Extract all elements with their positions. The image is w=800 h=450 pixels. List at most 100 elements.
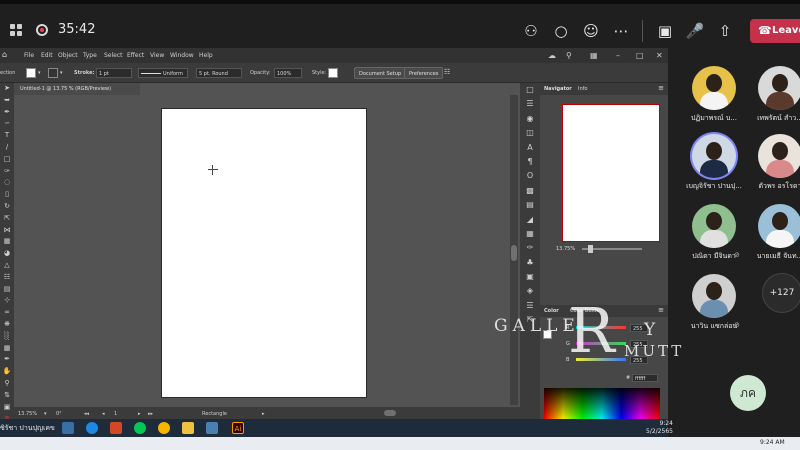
navigator-preview[interactable] — [562, 104, 660, 242]
info-tab[interactable]: Info — [578, 86, 587, 92]
minimize-icon[interactable]: – — [616, 51, 620, 60]
slice-tool-icon[interactable]: ✒ — [0, 354, 14, 366]
navigator-zoom-value[interactable]: 13.75% — [556, 246, 575, 252]
horizontal-scroll-thumb[interactable] — [384, 410, 396, 416]
preferences-button[interactable]: Preferences — [404, 67, 444, 79]
rectangle-tool-icon[interactable]: □ — [0, 154, 14, 166]
symbols-panel-icon[interactable]: ♣ — [520, 256, 540, 270]
fill-stroke-icon[interactable]: ▣ — [0, 402, 14, 414]
status-arrow-icon[interactable]: ▸ — [262, 411, 265, 417]
fill-dropdown-icon[interactable]: ▾ — [38, 70, 41, 76]
search-icon[interactable]: ⚲ — [566, 51, 572, 60]
paintbrush-tool-icon[interactable]: ✑ — [0, 166, 14, 178]
blue-value[interactable]: 255 — [630, 356, 648, 364]
line-app-icon[interactable] — [134, 422, 146, 434]
participant-tile[interactable]: ปณิดา มีจินดา ⊘ — [684, 204, 744, 270]
participant-tile[interactable]: ปฏิมาพรณ์ บ... — [684, 66, 744, 132]
menu-help[interactable]: Help — [199, 52, 213, 59]
color-panel-menu-icon[interactable]: ≡ — [658, 306, 664, 314]
participant-tile[interactable]: เทพรัตน์ สำว... ⊘ — [750, 66, 800, 132]
scale-tool-icon[interactable]: ⇱ — [0, 213, 14, 225]
color-spectrum[interactable] — [544, 388, 660, 420]
swatches-panel-icon[interactable]: ▦ — [520, 227, 540, 241]
curvature-tool-icon[interactable]: ∽ — [0, 118, 14, 130]
brush-select[interactable]: 5 pt. Round — [196, 68, 242, 78]
color-guide-tab[interactable]: Color Guide — [570, 308, 599, 314]
eyedropper-tool-icon[interactable]: ⊹ — [0, 295, 14, 307]
next-artboard-icon[interactable]: ▸ — [138, 411, 141, 417]
mesh-tool-icon[interactable]: ☷ — [0, 272, 14, 284]
illustrator-app-icon[interactable]: Ai — [232, 422, 244, 434]
zoom-dropdown-icon[interactable]: ▾ — [44, 411, 47, 417]
width-tool-icon[interactable]: ⋈ — [0, 225, 14, 237]
red-value[interactable]: 255 — [630, 324, 648, 332]
scroll-thumb[interactable] — [511, 245, 517, 261]
paragraph-panel-icon[interactable]: ¶ — [520, 155, 540, 169]
green-bar[interactable] — [576, 342, 626, 345]
blue-slider[interactable]: B 255 — [566, 356, 666, 364]
free-transform-tool-icon[interactable]: ▦ — [0, 236, 14, 248]
layers-panel-icon[interactable]: ◫ — [520, 126, 540, 140]
perspective-tool-icon[interactable]: △ — [0, 260, 14, 272]
camera-off-icon[interactable]: ▣ — [654, 20, 676, 42]
first-artboard-icon[interactable]: ◂◂ — [84, 411, 89, 417]
properties-panel-icon[interactable]: ☰ — [520, 97, 540, 111]
menu-effect[interactable]: Effect — [127, 52, 144, 59]
share-screen-icon[interactable]: ⇧ — [714, 20, 736, 42]
task-view-icon[interactable] — [62, 422, 74, 434]
chat-icon[interactable]: ○ — [550, 20, 572, 42]
red-bar[interactable] — [576, 326, 626, 329]
selection-tool-icon[interactable]: ➤ — [0, 83, 14, 95]
home-icon[interactable]: ⌂ — [2, 51, 10, 59]
workspace-icon[interactable]: ▦ — [590, 51, 598, 60]
green-slider[interactable]: G 255 — [566, 340, 666, 348]
stack-panel-icon[interactable]: ☰ — [520, 299, 540, 313]
rotate-tool-icon[interactable]: ↻ — [0, 201, 14, 213]
align-panel-icon[interactable]: ▤ — [520, 198, 540, 212]
rotation-value[interactable]: 0° — [56, 411, 62, 417]
navigator-tab[interactable]: Navigator — [544, 86, 572, 92]
color-fill-swatch[interactable] — [543, 330, 552, 339]
green-value[interactable]: 255 — [630, 340, 648, 348]
shape-builder-tool-icon[interactable]: ◕ — [0, 248, 14, 260]
edge-icon[interactable] — [86, 422, 98, 434]
shaper-tool-icon[interactable]: ◌ — [0, 177, 14, 189]
menu-window[interactable]: Window — [170, 52, 194, 59]
style-swatch[interactable] — [328, 68, 338, 78]
swap-colors-icon[interactable]: ⇅ — [0, 390, 14, 402]
navigator-zoom-slider[interactable] — [582, 245, 642, 253]
restore-icon[interactable]: □ — [636, 51, 644, 60]
menu-file[interactable]: File — [24, 52, 34, 59]
hand-tool-icon[interactable]: ✋ — [0, 366, 14, 378]
stroke-weight-field[interactable]: 1 pt — [96, 68, 132, 78]
document-setup-button[interactable]: Document Setup — [354, 67, 407, 79]
document-tab[interactable]: Untitled-1 @ 13.75 % (RGB/Preview) — [14, 83, 140, 95]
eraser-tool-icon[interactable]: ▯ — [0, 189, 14, 201]
stroke-swatch[interactable] — [48, 68, 58, 78]
zoom-level[interactable]: 13.75% — [18, 411, 37, 417]
asset-export-panel-icon[interactable]: ⇱ — [520, 313, 540, 327]
participant-tile[interactable]: ตัวพร อรโรดา — [750, 134, 800, 200]
libraries-panel-icon[interactable]: ◉ — [520, 112, 540, 126]
participant-tile[interactable]: เบญจิรัชา ปานปุ... — [684, 134, 744, 200]
fill-swatch[interactable] — [26, 68, 36, 78]
more-participants-button[interactable]: +127 — [762, 273, 800, 313]
cloud-icon[interactable]: ☁ — [548, 51, 556, 60]
direct-select-tool-icon[interactable]: ➥ — [0, 95, 14, 107]
canvas[interactable] — [14, 95, 520, 405]
powerpoint-icon[interactable] — [110, 422, 122, 434]
chrome-icon[interactable] — [158, 422, 170, 434]
menu-edit[interactable]: Edit — [41, 52, 53, 59]
symbol-sprayer-tool-icon[interactable]: ❋ — [0, 319, 14, 331]
graphic-styles-panel-icon[interactable]: ▣ — [520, 270, 540, 284]
last-artboard-icon[interactable]: ▸▸ — [148, 411, 153, 417]
hex-value[interactable]: ffffff — [632, 374, 658, 382]
file-explorer-icon[interactable] — [182, 422, 194, 434]
arrange-icon[interactable]: ☷ — [444, 68, 450, 76]
stroke-dropdown-icon[interactable]: ▾ — [60, 70, 63, 76]
apps-grid-icon[interactable] — [10, 24, 22, 36]
character-panel-icon[interactable]: A — [520, 141, 540, 155]
more-options-icon[interactable]: ⋯ — [610, 20, 632, 42]
menu-select[interactable]: Select — [104, 52, 123, 59]
pathfinder-panel-icon[interactable]: ◢ — [520, 213, 540, 227]
